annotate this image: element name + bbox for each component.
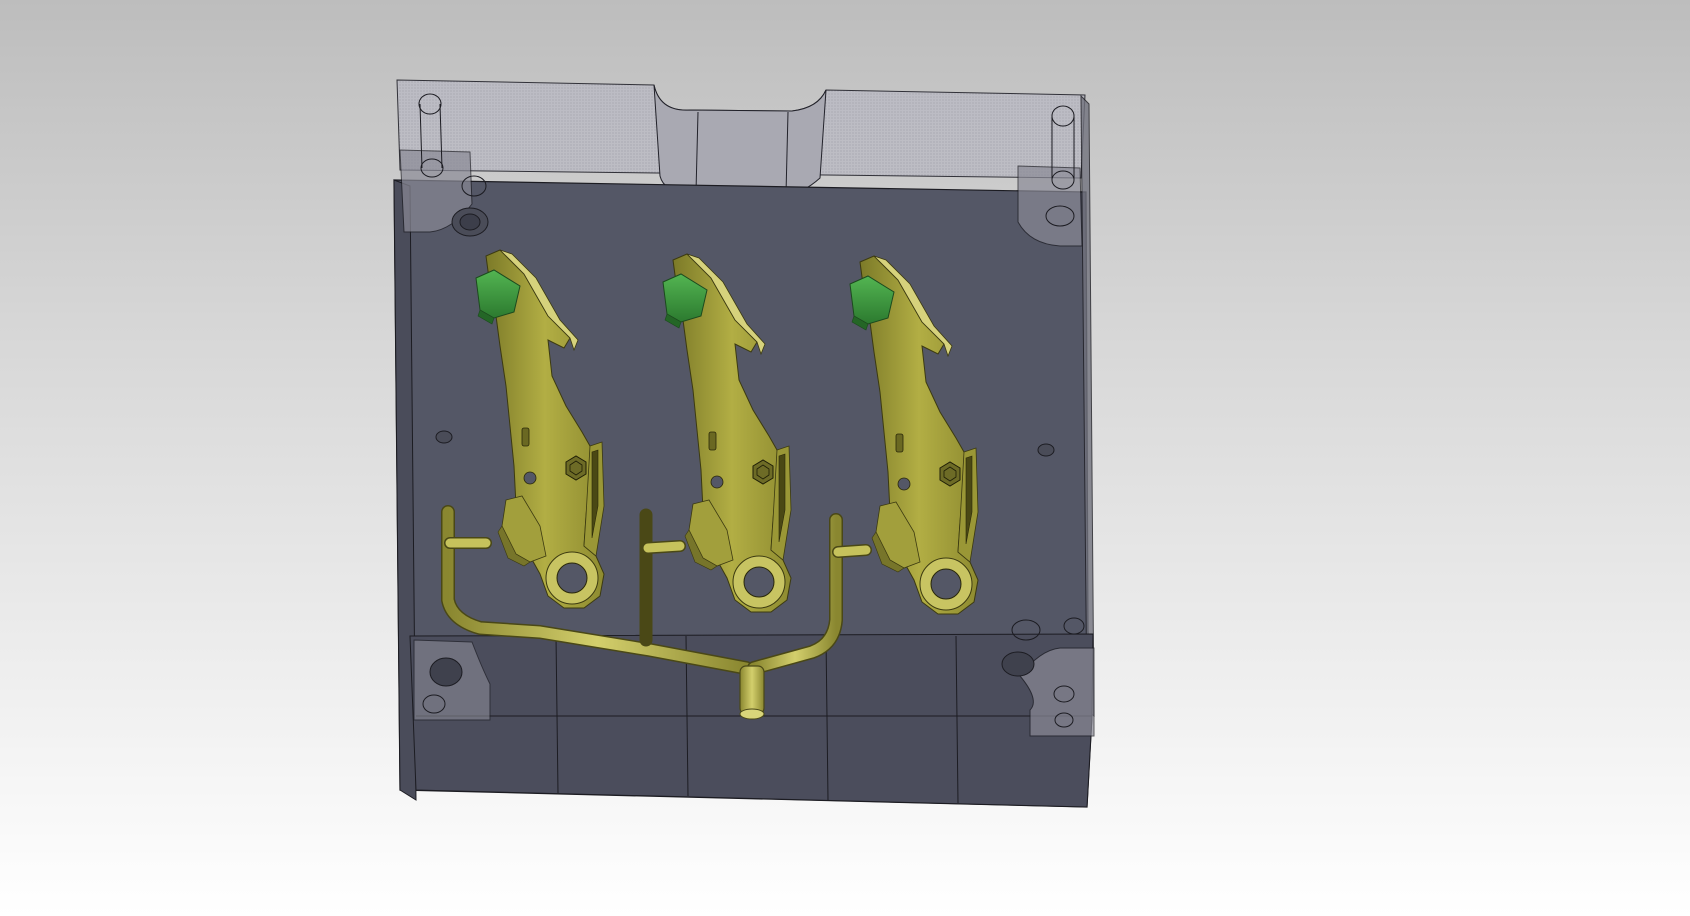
cad-3d-viewport[interactable] — [0, 0, 1690, 916]
mold-assembly-model[interactable] — [0, 0, 1690, 916]
transparent-mold-block — [396, 79, 1086, 195]
